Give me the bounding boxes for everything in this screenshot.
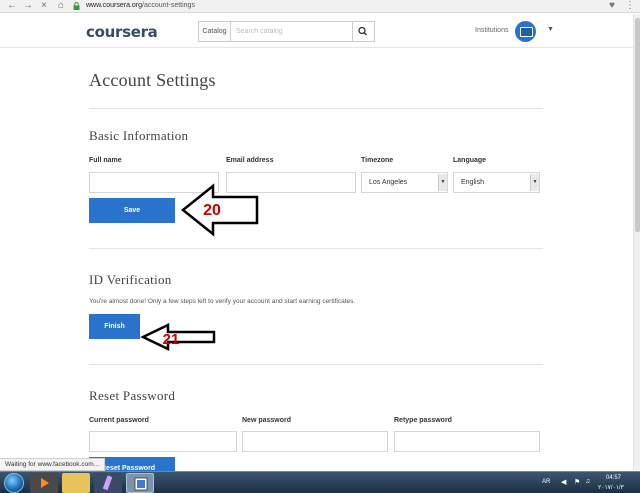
annotation-arrow-icon: 20 (180, 183, 259, 237)
chevron-down-icon: ▼ (438, 174, 447, 191)
language-select[interactable]: English ▼ (453, 172, 540, 193)
windows-taskbar: AR ◀ ⚑ ♫ 04:57 ٢٠١٧/٠١/٣ (0, 471, 640, 493)
avatar[interactable] (515, 21, 536, 42)
url-path: /account-settings (142, 2, 195, 9)
institutions-link[interactable]: Institutions (475, 27, 508, 34)
reset-password-title: Reset Password (89, 388, 176, 403)
current-password-field[interactable] (89, 431, 237, 452)
page-scrollbar[interactable] (633, 14, 640, 470)
tray-expand-icon[interactable]: ◀ (561, 478, 566, 486)
chevron-down-icon[interactable]: ▼ (547, 26, 554, 33)
current-password-label: Current password (89, 417, 149, 424)
annotation-label: 21 (163, 331, 180, 348)
search-button[interactable] (353, 21, 375, 42)
back-icon[interactable]: ← (6, 0, 18, 12)
file-explorer-icon[interactable] (62, 473, 90, 493)
stop-icon[interactable]: × (38, 0, 50, 12)
home-icon[interactable]: ⌂ (55, 0, 67, 12)
browser-task-icon[interactable] (126, 473, 154, 493)
annotation-label: 20 (203, 202, 221, 219)
flag-icon[interactable]: ⚑ (574, 478, 580, 486)
timezone-label: Timezone (361, 157, 394, 164)
url-text[interactable]: www.coursera.org/account-settings (86, 1, 195, 11)
full-name-label: Full name (89, 157, 122, 164)
annotation-arrow-icon: 21 (140, 323, 216, 351)
basic-info-title: Basic Information (89, 128, 189, 143)
chevron-down-icon: ▼ (530, 174, 539, 191)
site-header: coursera Catalog Institutions ▼ (0, 14, 634, 48)
finish-button[interactable]: Finish (89, 314, 140, 339)
retype-password-field[interactable] (394, 431, 540, 452)
coursera-logo[interactable]: coursera (86, 23, 158, 41)
save-button[interactable]: Save (89, 198, 175, 223)
volume-icon[interactable]: ♫ (585, 478, 590, 485)
new-password-label: New password (242, 417, 292, 424)
forward-icon[interactable]: → (22, 0, 34, 12)
clock-date[interactable]: ٢٠١٧/٠١/٣ (598, 484, 624, 491)
timezone-select[interactable]: Los Angeles ▼ (361, 172, 448, 193)
language-label: Language (453, 157, 487, 164)
search-icon (358, 26, 367, 36)
clock-time[interactable]: 04:57 (606, 475, 621, 481)
id-verification-helper: You're almost done! Only a few steps lef… (89, 298, 356, 305)
browser-status-bar: Waiting for www.facebook.com... (0, 458, 106, 471)
language-value: English (461, 179, 484, 186)
menu-icon[interactable]: ⋮ (625, 0, 635, 12)
lock-icon (73, 2, 80, 10)
app-icon[interactable] (94, 473, 122, 493)
catalog-button[interactable]: Catalog (198, 21, 231, 42)
scrollbar-thumb[interactable] (635, 18, 640, 232)
start-button[interactable] (4, 473, 24, 493)
language-indicator[interactable]: AR (542, 479, 550, 485)
timezone-value: Los Angeles (369, 179, 408, 186)
divider (89, 364, 543, 365)
heart-icon[interactable]: ♥ (609, 0, 615, 12)
url-host: www.coursera.org (86, 2, 143, 9)
email-label: Email address (226, 157, 274, 164)
page-title: Account Settings (89, 70, 216, 90)
search-input[interactable] (231, 21, 353, 42)
divider (89, 248, 543, 249)
divider (89, 108, 543, 109)
retype-password-label: Retype password (394, 417, 452, 424)
media-player-icon[interactable] (30, 473, 58, 493)
new-password-field[interactable] (242, 431, 388, 452)
browser-address-bar: ← → × ⌂ www.coursera.org/account-setting… (0, 0, 640, 13)
id-verification-title: ID Verification (89, 272, 172, 287)
